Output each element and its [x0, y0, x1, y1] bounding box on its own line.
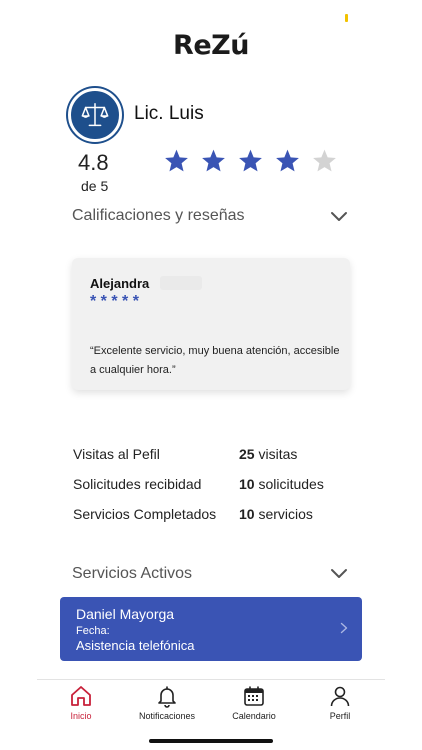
stat-label: Servicios Completados — [73, 506, 217, 522]
stat-row: Servicios Completados 10 servicios — [73, 506, 373, 526]
star-filled-icon — [202, 149, 225, 172]
active-service-date-label: Fecha: — [76, 625, 110, 637]
review-author-redacted — [160, 276, 202, 290]
home-icon — [71, 686, 91, 706]
profile-name: Lic. Luis — [134, 103, 204, 124]
star-empty-icon — [313, 149, 336, 172]
stat-row: Solicitudes recibidad 10 solicitudes — [73, 476, 373, 496]
tab-notificaciones[interactable]: Notificaciones — [127, 684, 207, 721]
stat-unit: solicitudes — [258, 476, 324, 492]
home-indicator — [149, 739, 273, 743]
stat-label: Solicitudes recibidad — [73, 476, 202, 492]
star-filled-icon — [239, 149, 262, 172]
rating-scale: de 5 — [81, 178, 109, 194]
stat-count: 10 — [239, 506, 255, 522]
active-service-type: Asistencia telefónica — [76, 638, 195, 653]
bell-icon — [158, 686, 176, 708]
tab-bar: Inicio Notificaciones Calendario Perfil — [37, 679, 385, 725]
star-filled-icon — [165, 149, 188, 172]
stat-unit: visitas — [258, 446, 298, 462]
review-stars: * * * * * — [90, 293, 139, 310]
review-text: “Excelente servicio, muy buena atención,… — [90, 345, 340, 376]
logo-dot — [177, 60, 184, 67]
tab-label: Notificaciones — [138, 711, 196, 721]
rating-stars — [163, 148, 338, 174]
user-icon — [330, 686, 350, 707]
tab-inicio[interactable]: Inicio — [41, 684, 121, 721]
stat-value: 10 servicios — [239, 506, 313, 522]
app-logo: ReZú — [0, 30, 422, 61]
status-indicator — [345, 14, 348, 22]
active-service-card[interactable]: Daniel Mayorga Fecha: Asistencia telefón… — [60, 597, 362, 661]
stat-count: 10 — [239, 476, 255, 492]
stat-count: 25 — [239, 446, 255, 462]
tab-label: Inicio — [70, 711, 92, 721]
review-author: Alejandra — [90, 276, 150, 291]
tab-label: Calendario — [232, 711, 276, 721]
stat-label: Visitas al Pefil — [73, 446, 160, 462]
calendar-icon — [244, 686, 264, 706]
scales-of-justice-icon — [81, 103, 109, 127]
tab-calendario[interactable]: Calendario — [214, 684, 294, 721]
chevron-down-icon[interactable] — [330, 568, 348, 580]
reviews-section-title[interactable]: Calificaciones y reseñas — [72, 207, 245, 225]
stat-unit: servicios — [258, 506, 313, 522]
stat-value: 25 visitas — [239, 446, 297, 462]
star-filled-icon — [276, 149, 299, 172]
stat-value: 10 solicitudes — [239, 476, 324, 492]
chevron-right-icon — [340, 622, 348, 634]
avatar[interactable] — [68, 88, 122, 142]
rating-value: 4.8 — [78, 150, 109, 175]
stat-row: Visitas al Pefil 25 visitas — [73, 446, 373, 466]
active-service-client: Daniel Mayorga — [76, 606, 175, 622]
tab-perfil[interactable]: Perfil — [300, 684, 380, 721]
tab-label: Perfil — [329, 711, 351, 721]
review-card: Alejandra * * * * * “Excelente servicio,… — [72, 258, 350, 390]
chevron-down-icon[interactable] — [330, 211, 348, 223]
active-services-title[interactable]: Servicios Activos — [72, 565, 192, 583]
logo-text: ReZ — [173, 30, 231, 61]
logo-text-u: ú — [230, 30, 249, 61]
